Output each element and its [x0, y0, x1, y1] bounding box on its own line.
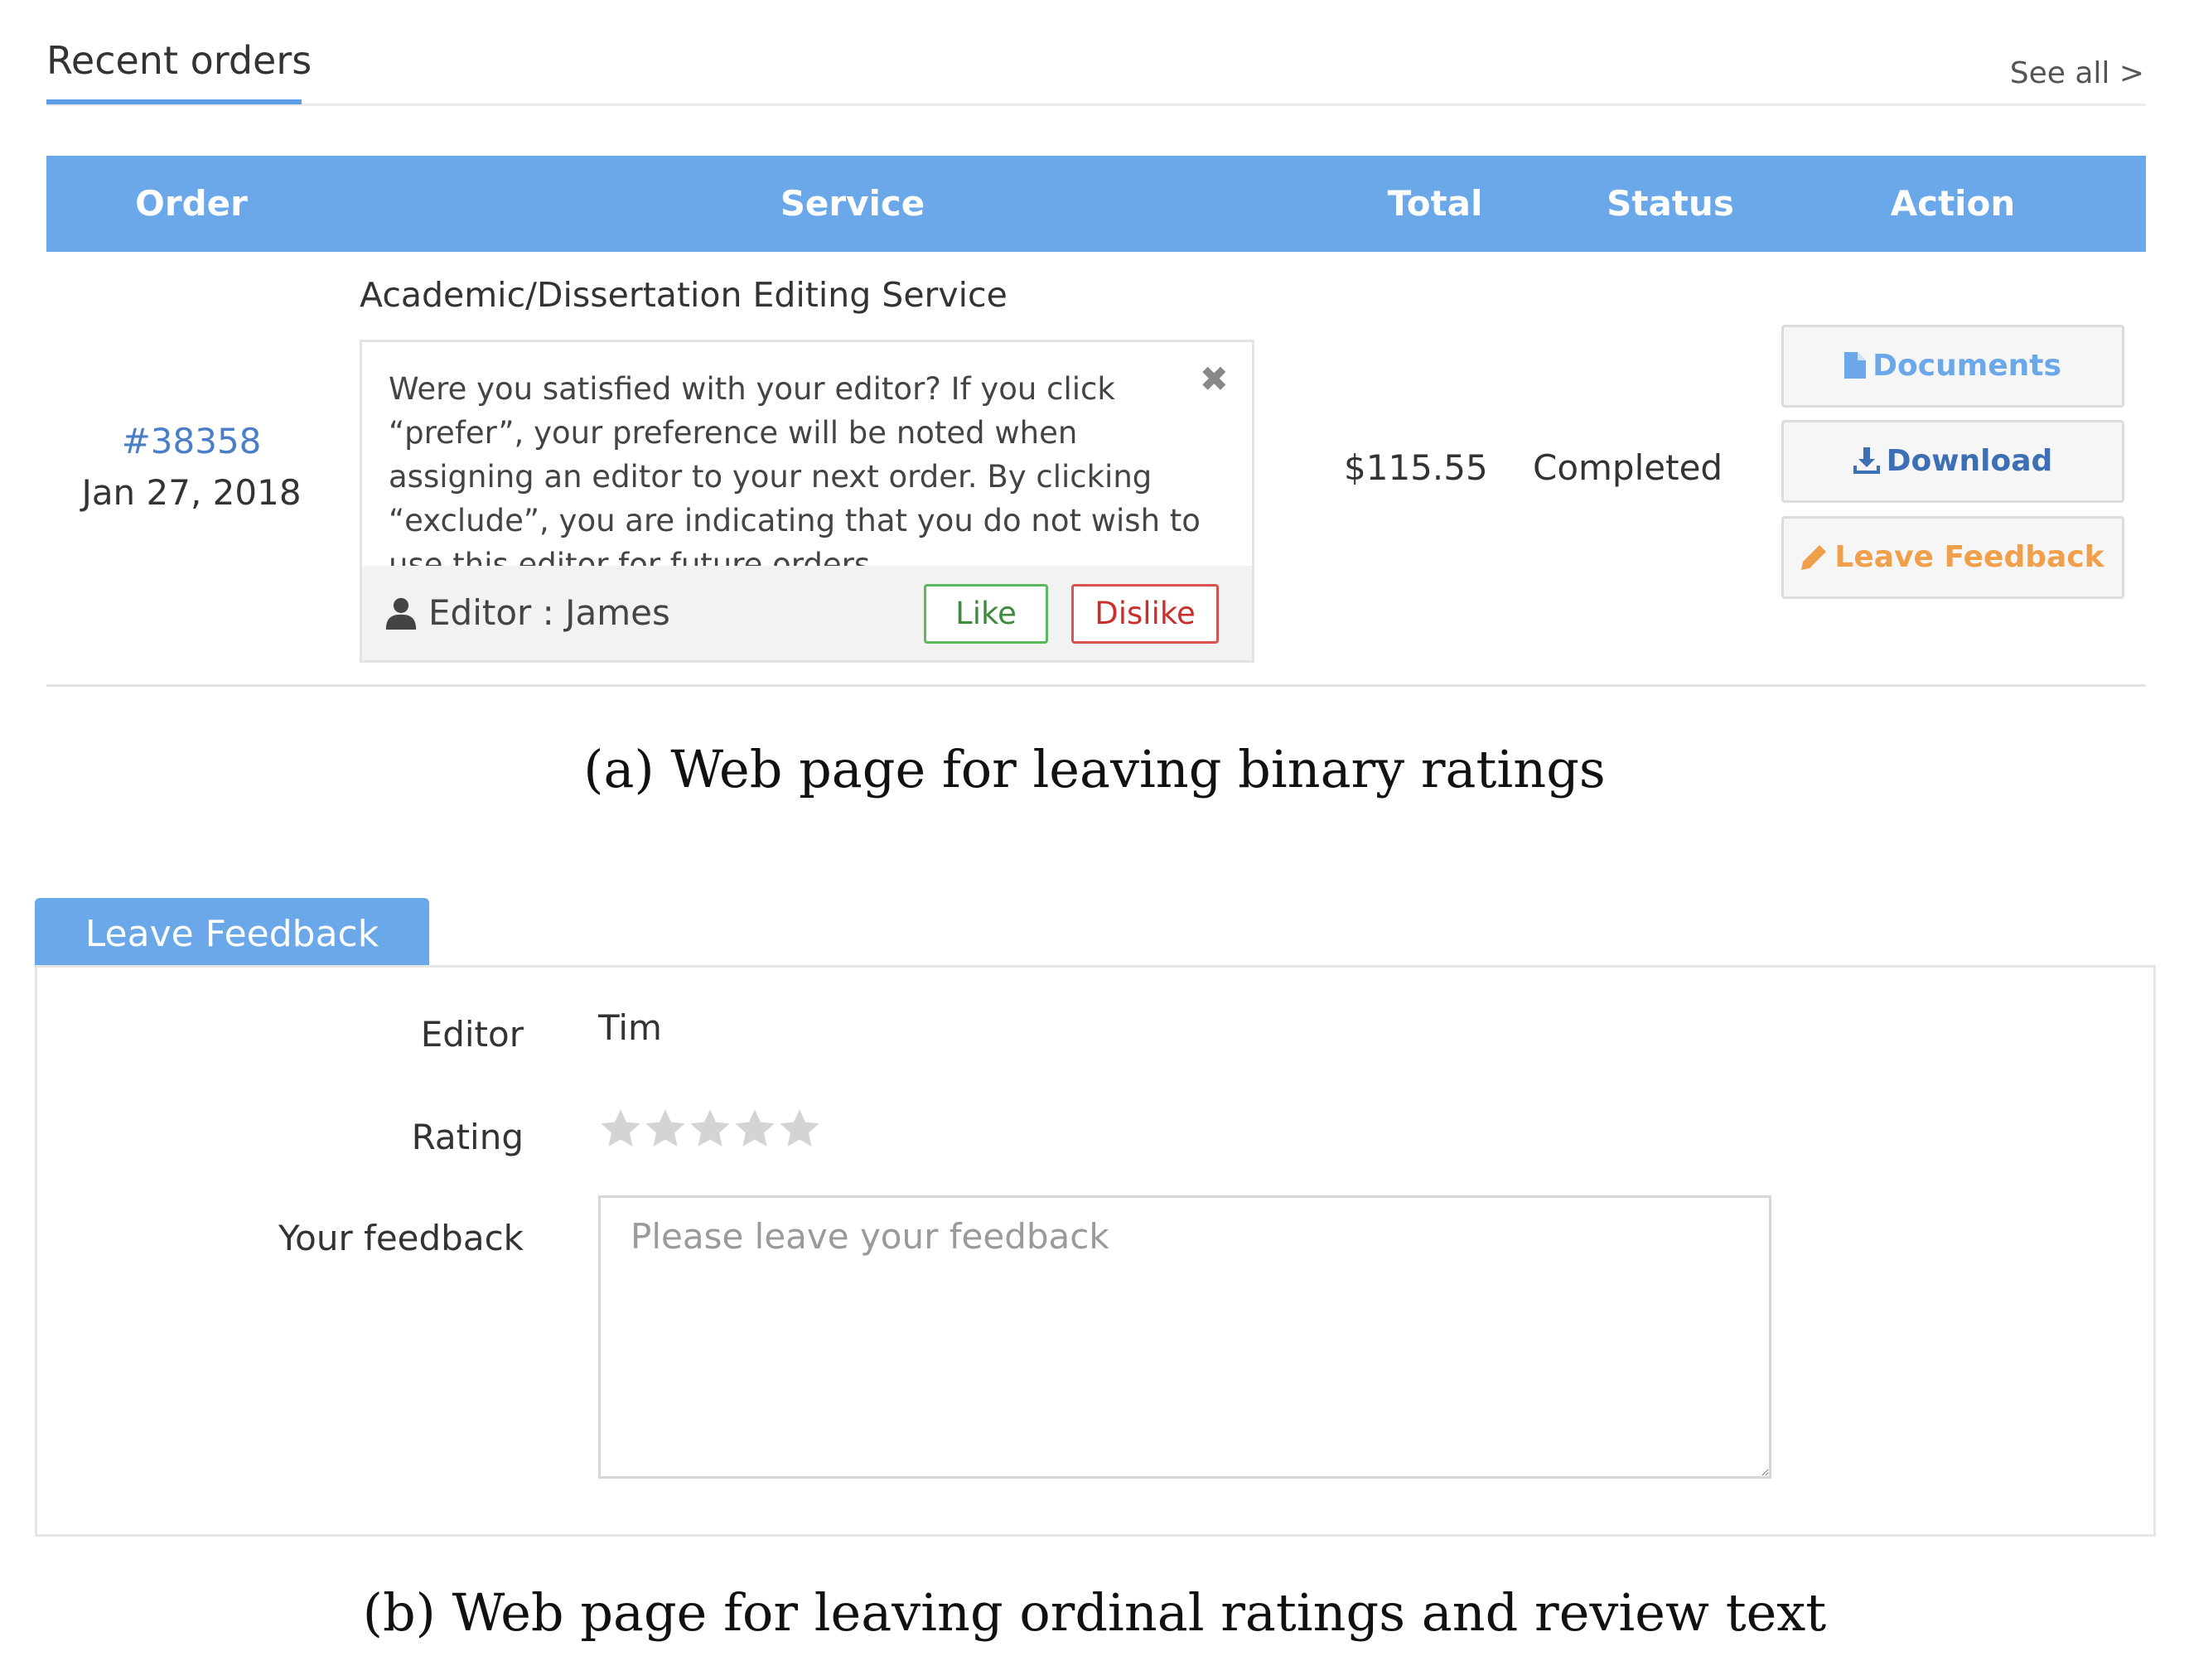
- star-icon[interactable]: [598, 1107, 643, 1151]
- download-icon: [1853, 447, 1880, 474]
- caption-a: (a) Web page for leaving binary ratings: [583, 739, 1606, 799]
- column-header-total: Total: [1387, 183, 1483, 224]
- order-status: Completed: [1533, 447, 1723, 488]
- editor-rating-footer: Editor : James Like Dislike: [362, 566, 1252, 660]
- caption-b: (b) Web page for leaving ordinal ratings…: [362, 1582, 1827, 1643]
- rating-field-label: Rating: [411, 1117, 524, 1157]
- editor-name: Editor : James: [385, 566, 670, 660]
- feedback-textarea[interactable]: [598, 1195, 1771, 1479]
- order-date: Jan 27, 2018: [81, 472, 302, 513]
- column-header-status: Status: [1607, 183, 1734, 224]
- pencil-icon: [1801, 545, 1827, 570]
- service-name: Academic/Dissertation Editing Service: [360, 275, 1008, 315]
- dislike-button[interactable]: Dislike: [1071, 584, 1219, 644]
- editor-field-label: Editor: [420, 1014, 524, 1055]
- like-button[interactable]: Like: [924, 584, 1048, 644]
- header-divider: [46, 104, 2146, 106]
- star-icon[interactable]: [777, 1107, 822, 1151]
- active-tab-underline: [46, 99, 302, 104]
- file-icon: [1844, 352, 1867, 379]
- column-header-order: Order: [135, 183, 248, 224]
- satisfaction-prompt-text: Were you satisfied with your editor? If …: [389, 371, 1201, 582]
- column-header-action: Action: [1890, 183, 2016, 224]
- orders-table-header: Order Service Total Status Action: [46, 156, 2146, 252]
- documents-button-label: Documents: [1872, 349, 2061, 383]
- feedback-field-label: Your feedback: [278, 1218, 524, 1258]
- star-icon[interactable]: [732, 1107, 777, 1151]
- close-icon[interactable]: ✖: [1200, 359, 1229, 399]
- leave-feedback-tab[interactable]: Leave Feedback: [35, 898, 429, 966]
- download-button[interactable]: Download: [1781, 420, 2124, 503]
- order-number-link[interactable]: #38358: [46, 421, 336, 461]
- leave-feedback-button-label: Leave Feedback: [1834, 540, 2104, 574]
- row-divider: [46, 684, 2146, 687]
- documents-button[interactable]: Documents: [1781, 325, 2124, 408]
- editor-name-text: Editor : James: [428, 592, 670, 633]
- star-icon[interactable]: [688, 1107, 732, 1151]
- see-all-link[interactable]: See all >: [2010, 56, 2144, 90]
- recent-orders-title: Recent orders: [46, 38, 312, 83]
- user-icon: [385, 597, 417, 630]
- download-button-label: Download: [1886, 444, 2053, 478]
- order-total: $115.55: [1344, 447, 1488, 488]
- leave-feedback-button[interactable]: Leave Feedback: [1781, 516, 2124, 599]
- star-rating[interactable]: [598, 1107, 822, 1156]
- star-icon[interactable]: [643, 1107, 688, 1151]
- editor-field-value: Tim: [598, 1007, 662, 1048]
- editor-satisfaction-panel: Were you satisfied with your editor? If …: [360, 340, 1254, 663]
- column-header-service: Service: [780, 183, 925, 224]
